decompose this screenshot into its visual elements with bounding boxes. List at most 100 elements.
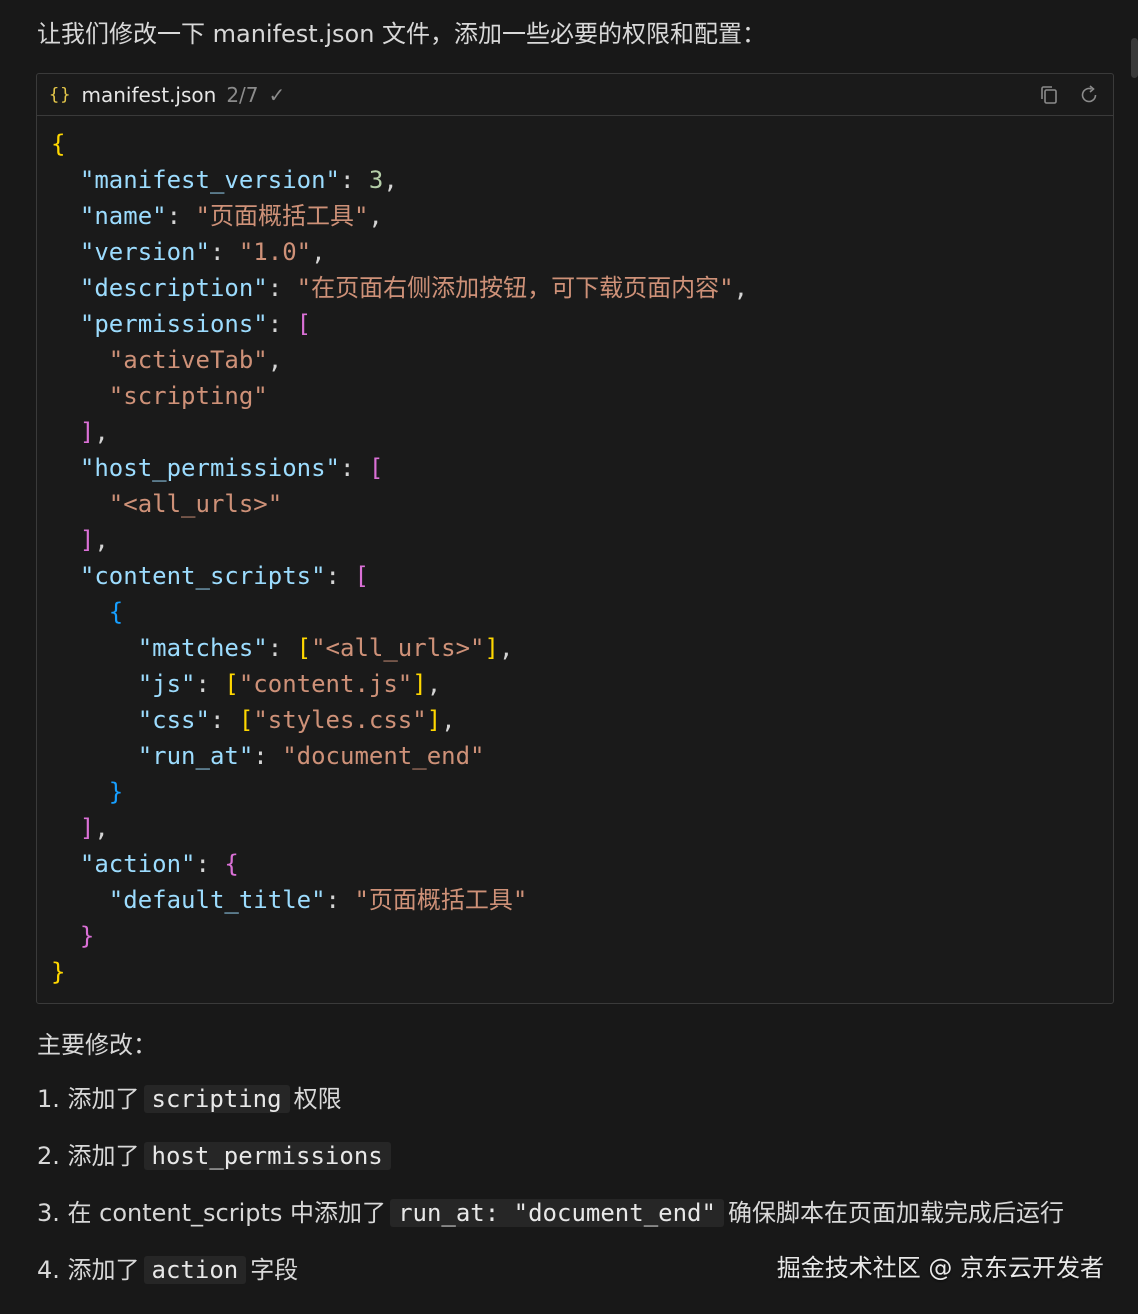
summary-text: 4. 添加了	[37, 1256, 140, 1284]
code-token: :	[267, 310, 297, 338]
code-token: ,	[441, 706, 456, 734]
code-token: "matches"	[137, 634, 268, 662]
code-line: }	[51, 954, 1099, 990]
code-line: "js": ["content.js"],	[51, 666, 1099, 702]
code-line: {	[51, 594, 1099, 630]
summary-text: 3. 在 content_scripts 中添加了	[37, 1199, 387, 1227]
code-token: ,	[426, 670, 442, 698]
intro-text: 让我们修改一下 manifest.json 文件，添加一些必要的权限和配置：	[37, 20, 767, 48]
code-line: "version": "1.0",	[51, 234, 1099, 270]
code-token: {	[51, 130, 66, 158]
summary-text: 字段	[250, 1256, 299, 1284]
code-token: "页面概括工具"	[354, 886, 528, 914]
code-token: :	[325, 562, 355, 590]
code-token: ,	[94, 814, 109, 842]
code-token: "description"	[79, 274, 268, 302]
code-token: :	[166, 202, 196, 230]
code-token: :	[340, 166, 369, 194]
summary-item: 3. 在 content_scripts 中添加了 run_at: "docume…	[37, 1195, 1117, 1231]
code-token: ]	[79, 418, 95, 446]
code-token: :	[209, 706, 239, 734]
code-block-header: {} manifest.json 2/7 ✓	[37, 74, 1113, 116]
code-token: {	[108, 598, 124, 626]
code-token: :	[253, 742, 283, 770]
code-token: ,	[267, 346, 283, 374]
refresh-icon[interactable]	[1077, 83, 1101, 107]
code-line: "scripting"	[51, 378, 1099, 414]
code-block-actions	[1037, 83, 1101, 107]
code-content: { "manifest_version": 3, "name": "页面概括工具…	[37, 116, 1113, 1000]
code-token: "css"	[137, 706, 210, 734]
code-line: }	[51, 774, 1099, 810]
code-token: "<all_urls>"	[108, 490, 283, 518]
code-block: {} manifest.json 2/7 ✓ { "manifest_versi…	[36, 73, 1114, 1004]
summary-text: 2. 添加了	[37, 1142, 140, 1170]
code-token: [	[296, 634, 312, 662]
code-token: "content_scripts"	[79, 562, 326, 590]
code-token: "action"	[79, 850, 196, 878]
code-line: }	[51, 918, 1099, 954]
code-line: "permissions": [	[51, 306, 1099, 342]
code-token: ]	[426, 706, 442, 734]
summary-heading: 主要修改：	[37, 1031, 157, 1059]
code-token: :	[209, 238, 239, 266]
watermark: 掘金技术社区 @ 京东云开发者	[776, 1254, 1104, 1282]
code-token: :	[267, 634, 297, 662]
code-token: :	[195, 670, 225, 698]
code-line: "default_title": "页面概括工具"	[51, 882, 1099, 918]
code-token: ,	[311, 238, 326, 266]
code-line: "description": "在页面右侧添加按钮，可下载页面内容",	[51, 270, 1099, 306]
code-line: "css": ["styles.css"],	[51, 702, 1099, 738]
code-line: "manifest_version": 3,	[51, 162, 1099, 198]
code-token: ,	[368, 202, 383, 230]
summary-text: 权限	[293, 1085, 342, 1113]
code-token: :	[340, 454, 369, 482]
code-line: "name": "页面概括工具",	[51, 198, 1099, 234]
code-token: ,	[94, 526, 109, 554]
code-token: ,	[498, 634, 514, 662]
code-token: ]	[79, 814, 95, 842]
code-line: "matches": ["<all_urls>"],	[51, 630, 1099, 666]
code-token: ]	[79, 526, 95, 554]
code-token: [	[368, 454, 384, 482]
code-token: "version"	[79, 238, 210, 266]
code-line: ],	[51, 810, 1099, 846]
json-file-icon: {}	[49, 84, 72, 105]
code-token: "页面概括工具"	[195, 202, 369, 230]
code-line: ],	[51, 414, 1099, 450]
inline-code: host_permissions	[143, 1142, 391, 1170]
code-token: :	[195, 850, 225, 878]
code-token: "<all_urls>"	[311, 634, 485, 662]
code-token: "js"	[137, 670, 196, 698]
code-line: "content_scripts": [	[51, 558, 1099, 594]
code-line: {	[51, 126, 1099, 162]
scrollbar-thumb[interactable]	[1131, 38, 1138, 78]
code-line: "action": {	[51, 846, 1099, 882]
code-token: "host_permissions"	[79, 454, 340, 482]
code-token: "manifest_version"	[79, 166, 340, 194]
code-token: "在页面右侧添加按钮，可下载页面内容"	[296, 274, 734, 302]
code-token: "scripting"	[108, 382, 268, 410]
code-token: }	[51, 958, 66, 986]
copy-icon[interactable]	[1037, 83, 1061, 107]
code-token: "activeTab"	[108, 346, 268, 374]
code-token: "permissions"	[79, 310, 268, 338]
code-token: 3	[368, 166, 384, 194]
code-token: [	[238, 706, 254, 734]
code-token: ]	[412, 670, 427, 698]
summary-item: 1. 添加了 scripting 权限	[37, 1081, 1117, 1117]
code-token: :	[267, 274, 297, 302]
